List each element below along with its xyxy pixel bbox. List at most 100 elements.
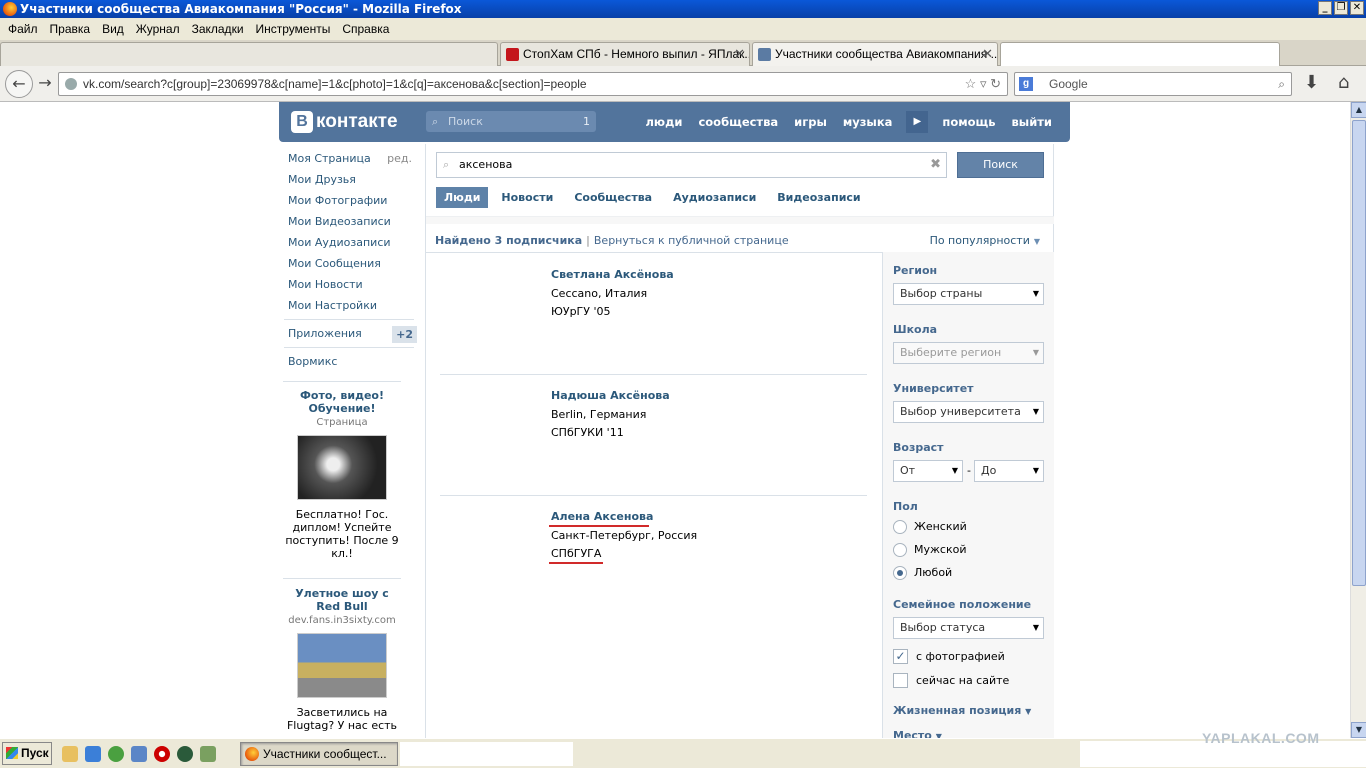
taskbar: Пуск Участники сообщест... [0, 738, 1366, 768]
ie-icon[interactable] [85, 746, 101, 762]
taskbar-firefox-task[interactable]: Участники сообщест... [240, 742, 398, 766]
menu-my-settings[interactable]: Мои Настройки [279, 295, 419, 316]
menu-my-page[interactable]: Моя Страница ред. [279, 148, 419, 169]
return-link[interactable]: Вернуться к публичной странице [594, 234, 789, 247]
vk-logo[interactable]: В контакте [291, 110, 398, 134]
minimize-button[interactable]: _ [1318, 1, 1332, 15]
ad-image[interactable] [297, 633, 387, 698]
checkmark-icon: ✓ [893, 649, 908, 664]
clear-icon[interactable]: ✖ [930, 153, 941, 177]
address-bar[interactable]: vk.com/search?c[group]=23069978&c[name]=… [58, 72, 1008, 96]
app-icon[interactable] [131, 746, 147, 762]
menu-tools[interactable]: Инструменты [250, 22, 337, 36]
menu-bookmarks[interactable]: Закладки [186, 22, 250, 36]
life-position-toggle[interactable]: Жизненная позиция ▼ [893, 704, 1031, 717]
result-education[interactable]: СПбГУГА [551, 547, 601, 560]
play-icon[interactable]: ▶ [906, 111, 929, 133]
age-to-select[interactable]: До ▼ [974, 460, 1044, 482]
reload-icon[interactable]: ↻ [990, 76, 1001, 91]
start-button[interactable]: Пуск [2, 742, 52, 765]
close-button[interactable]: ✕ [1350, 1, 1364, 15]
app-icon[interactable] [177, 746, 193, 762]
menu-my-messages[interactable]: Мои Сообщения [279, 253, 419, 274]
ad-image[interactable] [297, 435, 387, 500]
university-select[interactable]: Выбор университета ▼ [893, 401, 1044, 423]
menu-my-friends[interactable]: Мои Друзья [279, 169, 419, 190]
age-from-select[interactable]: От ▼ [893, 460, 963, 482]
tab-communities[interactable]: Сообщества [566, 187, 660, 208]
app-icon[interactable] [200, 746, 216, 762]
school-select[interactable]: Выберите регион ▼ [893, 342, 1044, 364]
menu-help[interactable]: Справка [336, 22, 395, 36]
result-education[interactable]: СПбГУКИ '11 [551, 426, 624, 439]
result-name[interactable]: Светлана Аксёнова [551, 268, 674, 281]
ad-title[interactable]: Улетное шоу с Red Bull [283, 587, 401, 613]
ad-block[interactable]: Фото, видео! Обучение! Страница Бесплатн… [283, 389, 401, 560]
download-icon[interactable]: ⬇ [1304, 72, 1319, 93]
menu-apps[interactable]: Приложения +2 [279, 323, 419, 344]
radio-any[interactable]: Любой [893, 565, 952, 581]
search-icon[interactable]: ⌕ [1278, 73, 1285, 95]
place-toggle[interactable]: Место ▼ [893, 729, 942, 738]
bookmark-star-icon[interactable]: ☆ [965, 76, 977, 91]
search-button[interactable]: Поиск [957, 152, 1044, 178]
scroll-thumb[interactable] [1352, 120, 1366, 586]
radio-male[interactable]: Мужской [893, 542, 966, 558]
tab-news[interactable]: Новости [493, 187, 561, 208]
media-player-icon[interactable] [108, 746, 124, 762]
home-icon[interactable]: ⌂ [1338, 72, 1349, 93]
ad-block[interactable]: Улетное шоу с Red Bull dev.fans.in3sixty… [283, 587, 401, 732]
opera-icon[interactable] [154, 746, 170, 762]
tab-yaplakal[interactable]: СтопХам СПб - Немного выпил - ЯПлак... ✕ [500, 42, 750, 66]
menu-my-videos[interactable]: Мои Видеозаписи [279, 211, 419, 232]
status-select[interactable]: Выбор статуса ▼ [893, 617, 1044, 639]
tab-empty[interactable] [0, 42, 498, 66]
menu-my-photos[interactable]: Мои Фотографии [279, 190, 419, 211]
edit-link[interactable]: ред. [387, 148, 412, 169]
search-engine-box[interactable]: g Google ⌕ [1014, 72, 1292, 96]
vk-favicon [758, 48, 771, 61]
result-name[interactable]: Надюша Аксёнова [551, 389, 670, 402]
nav-games[interactable]: игры [786, 115, 835, 129]
menu-wormix[interactable]: Вормикс [279, 351, 419, 372]
tab-new[interactable] [1000, 42, 1280, 66]
radio-female[interactable]: Женский [893, 519, 967, 535]
tab-people[interactable]: Люди [436, 187, 489, 208]
back-button[interactable]: ← [5, 70, 33, 98]
nav-help[interactable]: помощь [934, 115, 1003, 129]
ad-title[interactable]: Фото, видео! Обучение! [283, 389, 401, 415]
nav-music[interactable]: музыка [835, 115, 901, 129]
sort-dropdown[interactable]: По популярности ▼ [930, 234, 1040, 247]
nav-logout[interactable]: выйти [1004, 115, 1060, 129]
tab-vk[interactable]: Участники сообщества Авиакомпания ... ✕ [752, 42, 998, 66]
result-name[interactable]: Алена Аксенова [551, 510, 653, 523]
online-checkbox[interactable]: сейчас на сайте [893, 673, 1009, 689]
scroll-up-arrow[interactable]: ▲ [1351, 102, 1366, 118]
search-query-input[interactable]: ⌕ аксенова ✖ [436, 152, 947, 178]
tab-close-icon[interactable]: ✕ [734, 43, 745, 65]
folder-icon[interactable] [62, 746, 78, 762]
country-select[interactable]: Выбор страны ▼ [893, 283, 1044, 305]
select-value: Выбор университета [900, 405, 1021, 418]
header-search-input[interactable]: ⌕ Поиск 1 [426, 111, 596, 132]
tab-audio[interactable]: Аудиозаписи [665, 187, 764, 208]
menu-file[interactable]: Файл [2, 22, 44, 36]
tab-close-icon[interactable]: ✕ [982, 43, 993, 65]
scroll-down-arrow[interactable]: ▼ [1351, 722, 1366, 738]
forward-button[interactable]: → [35, 70, 55, 98]
menu-my-audio[interactable]: Мои Аудиозаписи [279, 232, 419, 253]
menu-edit[interactable]: Правка [44, 22, 97, 36]
watermark: YAPLAKAL.COM [1202, 730, 1320, 746]
vertical-scrollbar[interactable]: ▲ ▼ [1350, 102, 1366, 738]
dropdown-icon[interactable]: ▿ [980, 76, 987, 91]
with-photo-checkbox[interactable]: ✓ с фотографией [893, 649, 1005, 665]
maximize-button[interactable]: ❐ [1334, 1, 1348, 15]
nav-people[interactable]: люди [638, 115, 691, 129]
nav-communities[interactable]: сообщества [690, 115, 786, 129]
tab-video[interactable]: Видеозаписи [769, 187, 868, 208]
menu-view[interactable]: Вид [96, 22, 130, 36]
result-education[interactable]: ЮУрГУ '05 [551, 305, 611, 318]
menu-my-news[interactable]: Мои Новости [279, 274, 419, 295]
firefox-window: Участники сообщества Авиакомпания "Росси… [0, 0, 1366, 768]
menu-history[interactable]: Журнал [130, 22, 186, 36]
